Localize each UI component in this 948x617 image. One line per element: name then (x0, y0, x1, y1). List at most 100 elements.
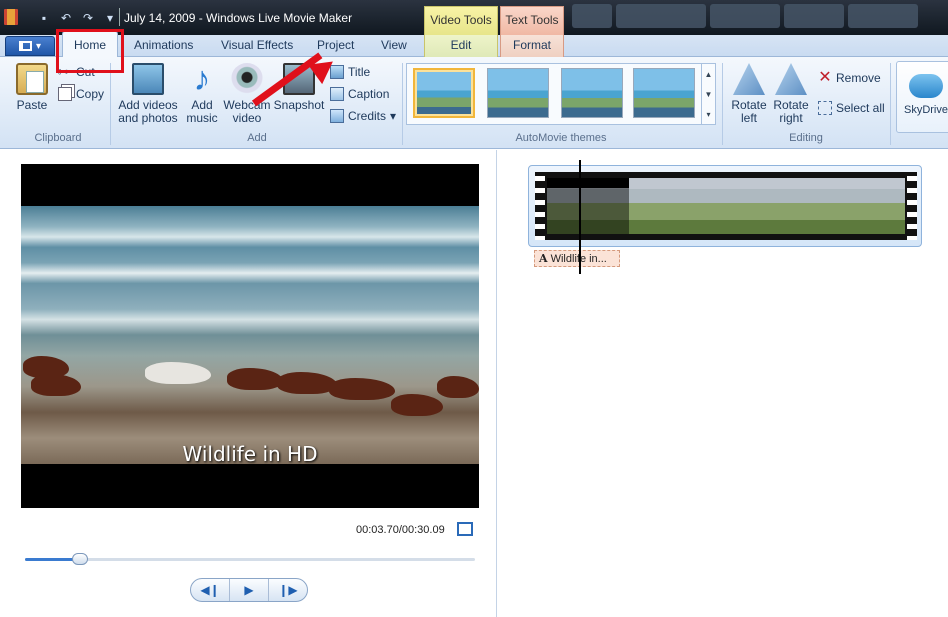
horse (31, 374, 81, 396)
horse (277, 372, 337, 394)
tab-format[interactable]: Format (500, 35, 564, 57)
selected-segment (547, 178, 629, 234)
add-videos-label: Add videos and photos (118, 98, 178, 125)
add-music-label: Add music (186, 98, 218, 125)
undo-icon[interactable]: ↶ (58, 10, 74, 26)
snapshot-label: Snapshot (273, 98, 325, 112)
theme-thumbnail[interactable] (413, 68, 475, 118)
menu-icon (18, 41, 32, 51)
cloud-icon (909, 74, 943, 98)
group-separator (722, 63, 723, 145)
previous-frame-button[interactable]: ◀❙ (191, 579, 230, 601)
video-frame (21, 206, 479, 464)
horse (329, 378, 395, 400)
preview-pane: Wildlife in HD 00:03.70/00:30.09 ◀❙ ▶ ❙▶ (0, 150, 497, 617)
tab-animations[interactable]: Animations (134, 38, 193, 52)
title-label: Title (348, 65, 371, 79)
title-separator (119, 8, 120, 26)
video-clip[interactable] (528, 165, 922, 247)
film-perforation (535, 172, 545, 240)
next-frame-icon: ❙▶ (278, 583, 298, 597)
cut-label: Cut (76, 65, 95, 79)
theme-thumbnail[interactable] (487, 68, 549, 118)
horse (227, 368, 283, 390)
add-group-label: Add (247, 132, 267, 144)
chevron-down-icon: ▾ (390, 109, 397, 123)
video-preview[interactable]: Wildlife in HD (21, 164, 479, 508)
horse (145, 362, 211, 384)
video-caption-overlay: Wildlife in HD (182, 442, 318, 466)
credits-button[interactable]: Credits ▾ (330, 109, 396, 123)
chevron-down-icon: ▾ (35, 40, 42, 52)
filmstrip (535, 172, 917, 240)
next-frame-button[interactable]: ❙▶ (269, 579, 307, 601)
play-icon: ▶ (244, 583, 254, 597)
storyboard-pane: A Wildlife in... (498, 150, 948, 617)
remove-button[interactable]: ✕ Remove (818, 70, 881, 86)
tab-view[interactable]: View (381, 38, 407, 52)
group-separator (110, 63, 111, 145)
clipboard-group-label: Clipboard (34, 132, 82, 144)
caption-label: Caption (348, 87, 390, 101)
movie-maker-app-icon[interactable] (4, 9, 18, 25)
copy-icon (58, 87, 72, 101)
scissors-icon: ✂ (58, 65, 69, 79)
video-tools-context-label: Video Tools (424, 6, 498, 35)
save-icon[interactable]: ▪ (36, 10, 52, 26)
group-separator (890, 63, 891, 145)
remove-label: Remove (836, 71, 881, 85)
quick-access-toolbar: ▪ ↶ ↷ ▾ (36, 10, 118, 26)
chevron-down-icon[interactable]: ▼ (705, 90, 713, 99)
select-all-label: Select all (836, 101, 885, 115)
tab-home[interactable]: Home (62, 31, 118, 58)
film-photo-icon (132, 63, 164, 95)
playhead[interactable] (579, 160, 581, 274)
theme-thumbnail[interactable] (561, 68, 623, 118)
rotate-right-icon (775, 63, 807, 95)
copy-button[interactable]: Copy (58, 87, 104, 101)
title-clip[interactable]: A Wildlife in... (534, 250, 620, 267)
redo-icon[interactable]: ↷ (80, 10, 96, 26)
window-title: July 14, 2009 - Windows Live Movie Maker (124, 11, 353, 25)
rotate-left-label: Rotate left (731, 98, 767, 125)
tab-edit[interactable]: Edit (424, 35, 498, 57)
theme-thumbnail[interactable] (633, 68, 695, 118)
add-music-button[interactable]: ♪ Add music (182, 60, 222, 125)
webcam-icon (231, 63, 263, 95)
chevron-up-icon[interactable]: ▲ (705, 70, 713, 79)
skydrive-button[interactable]: SkyDrive (896, 61, 948, 133)
rotate-left-icon (733, 63, 765, 95)
select-all-icon (818, 101, 832, 115)
customize-toolbar-icon[interactable]: ▾ (102, 10, 118, 26)
horse (391, 394, 443, 416)
seek-bar[interactable] (25, 553, 475, 565)
play-button[interactable]: ▶ (230, 579, 269, 601)
caption-icon (330, 87, 344, 101)
cut-button[interactable]: ✂ Cut (58, 65, 95, 79)
credits-icon (330, 109, 344, 123)
webcam-label: Webcam video (223, 98, 271, 125)
caption-button[interactable]: Caption (330, 87, 389, 101)
playback-time: 00:03.70/00:30.09 (356, 524, 445, 536)
paste-button[interactable]: Paste (16, 63, 48, 112)
gallery-scroll[interactable]: ▲ ▼ ▾ (701, 64, 715, 124)
editing-group-label: Editing (789, 132, 823, 144)
ribbon-tab-strip: ▾ Home Animations Visual Effects Project… (0, 31, 948, 58)
rotate-left-button[interactable]: Rotate left (728, 63, 770, 125)
paste-label: Paste (16, 98, 48, 112)
group-separator (402, 63, 403, 145)
copy-label: Copy (76, 87, 105, 101)
playback-controls: ◀❙ ▶ ❙▶ (190, 578, 308, 602)
add-videos-and-photos-button[interactable]: Add videos and photos (116, 63, 180, 125)
expand-gallery-icon[interactable]: ▾ (706, 110, 710, 119)
tab-visual-effects[interactable]: Visual Effects (221, 38, 293, 52)
select-all-button[interactable]: Select all (818, 101, 885, 115)
themes-group-label: AutoMovie themes (515, 132, 607, 144)
automovie-themes-gallery: ▲ ▼ ▾ (406, 63, 716, 125)
tab-project[interactable]: Project (317, 38, 354, 52)
application-menu-button[interactable]: ▾ (5, 36, 55, 56)
music-note-icon: ♪ (193, 60, 211, 98)
rotate-right-button[interactable]: Rotate right (770, 63, 812, 125)
seek-thumb[interactable] (72, 553, 89, 565)
fullscreen-icon[interactable] (457, 522, 473, 536)
